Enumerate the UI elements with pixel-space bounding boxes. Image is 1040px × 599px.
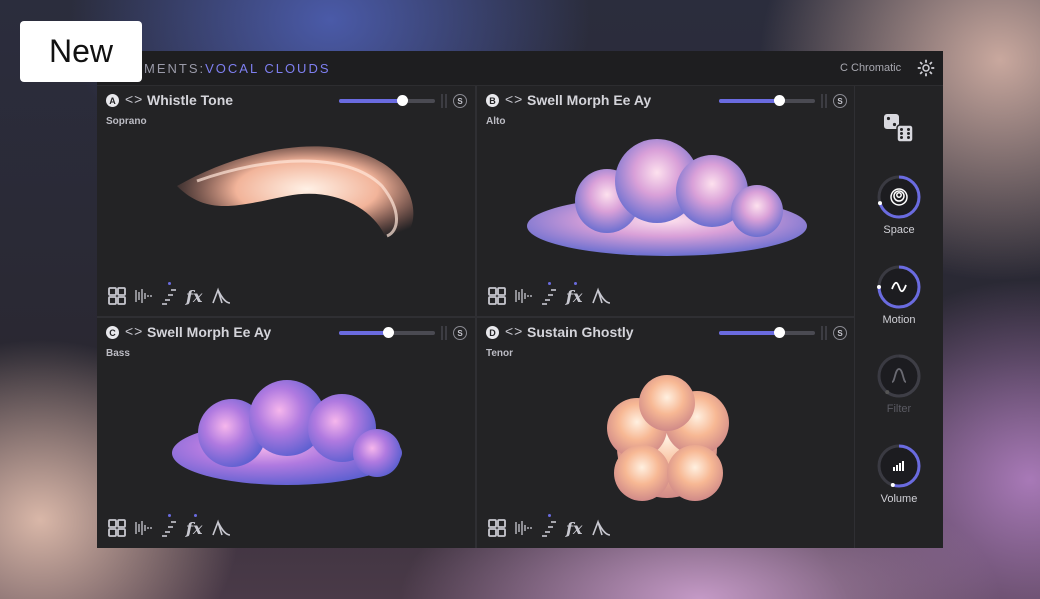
plugin-title: MENTS:VOCAL CLOUDS [144,61,331,76]
preset-nav-arrows[interactable]: <> [125,91,143,107]
fx-icon[interactable]: fx [185,518,205,538]
scale-selector[interactable]: C Chromatic [840,62,901,74]
active-dot [574,282,577,285]
fx-icon[interactable]: fx [565,518,585,538]
motion-knob[interactable] [875,263,923,311]
preset-nav-arrows[interactable]: <> [505,323,523,339]
active-dot [168,514,171,517]
volume-knob[interactable] [875,442,923,490]
grid-icon[interactable] [107,518,127,538]
space-label: Space [883,224,915,236]
grid-icon[interactable] [487,518,507,538]
slot-preset-name[interactable]: Whistle Tone [147,92,233,108]
waveform-icon[interactable] [513,518,533,538]
filter-knob[interactable] [875,352,923,400]
waveform-icon[interactable] [133,518,153,538]
slider-handle[interactable] [382,327,394,338]
solo-button[interactable]: S [833,94,847,108]
level-meter [821,326,827,340]
slider-fill [719,331,779,335]
slot-letter: A [106,94,119,107]
grid-icon[interactable] [487,286,507,306]
title-prefix: MENTS: [144,61,206,76]
preset-name: VOCAL CLOUDS [205,61,331,76]
volume-slider[interactable] [339,327,435,338]
arpeggio-icon[interactable] [539,286,559,306]
new-badge: New [20,21,142,82]
arpeggio-icon[interactable] [159,286,179,306]
cloud-image [527,139,807,256]
slot-preset-name[interactable]: Swell Morph Ee Ay [147,324,271,340]
volume-label: Volume [880,493,918,505]
slot-preset-name[interactable]: Sustain Ghostly [527,324,634,340]
slot-grid: A <> Whistle Tone Soprano S fx B <> Swell… [97,86,855,548]
plugin-window: MENTS:VOCAL CLOUDS C Chromatic A <> Whis… [97,51,943,548]
active-dot [548,282,551,285]
slot-d: D <> Sustain Ghostly Tenor S fx [477,318,855,548]
slot-c: C <> Swell Morph Ee Ay Bass S fx [97,318,475,548]
active-dot [194,514,197,517]
top-bar: MENTS:VOCAL CLOUDS C Chromatic [97,51,943,86]
slider-fill [339,331,388,335]
macro-sidebar: Space Motion Filter Volume [855,86,943,548]
slider-handle[interactable] [773,327,785,338]
waveform-icon[interactable] [513,286,533,306]
envelope-icon[interactable] [591,286,611,306]
active-dot [168,282,171,285]
preset-nav-arrows[interactable]: <> [505,91,523,107]
slot-letter: C [106,326,119,339]
level-meter [821,94,827,108]
level-meter [441,326,447,340]
solo-button[interactable]: S [833,326,847,340]
slot-voice-label: Tenor [486,348,514,359]
slot-letter: B [486,94,499,107]
arpeggio-icon[interactable] [539,518,559,538]
volume-slider[interactable] [339,95,435,106]
slot-b: B <> Swell Morph Ee Ay Alto S fx [477,86,855,316]
space-knob[interactable] [875,173,923,221]
slider-fill [719,99,779,103]
slot-voice-label: Alto [486,116,506,127]
waveform-icon[interactable] [133,286,153,306]
slot-letter: D [486,326,499,339]
fx-icon[interactable]: fx [185,286,205,306]
envelope-icon[interactable] [211,518,231,538]
grid-icon[interactable] [107,286,127,306]
envelope-icon[interactable] [591,518,611,538]
volume-slider[interactable] [719,95,815,106]
solo-button[interactable]: S [453,94,467,108]
svg-text:fx: fx [565,519,583,538]
fx-icon[interactable]: fx [565,286,585,306]
slider-handle[interactable] [773,95,785,106]
slot-preset-name[interactable]: Swell Morph Ee Ay [527,92,651,108]
dice-icon[interactable] [883,112,915,144]
arpeggio-icon[interactable] [159,518,179,538]
svg-text:fx: fx [565,287,583,306]
slider-handle[interactable] [397,95,409,106]
active-dot [548,514,551,517]
cloud-image [172,380,402,485]
slider-fill [339,99,403,103]
slot-a: A <> Whistle Tone Soprano S fx [97,86,475,316]
motion-label: Motion [882,314,916,326]
volume-slider[interactable] [719,327,815,338]
envelope-icon[interactable] [211,286,231,306]
solo-button[interactable]: S [453,326,467,340]
slot-voice-label: Bass [106,348,130,359]
gear-icon[interactable] [917,59,935,77]
level-meter [441,94,447,108]
svg-text:fx: fx [185,287,203,306]
cloud-image [607,375,729,501]
svg-text:fx: fx [185,519,203,538]
preset-nav-arrows[interactable]: <> [125,323,143,339]
filter-label: Filter [886,403,912,415]
cloud-image [177,146,414,242]
